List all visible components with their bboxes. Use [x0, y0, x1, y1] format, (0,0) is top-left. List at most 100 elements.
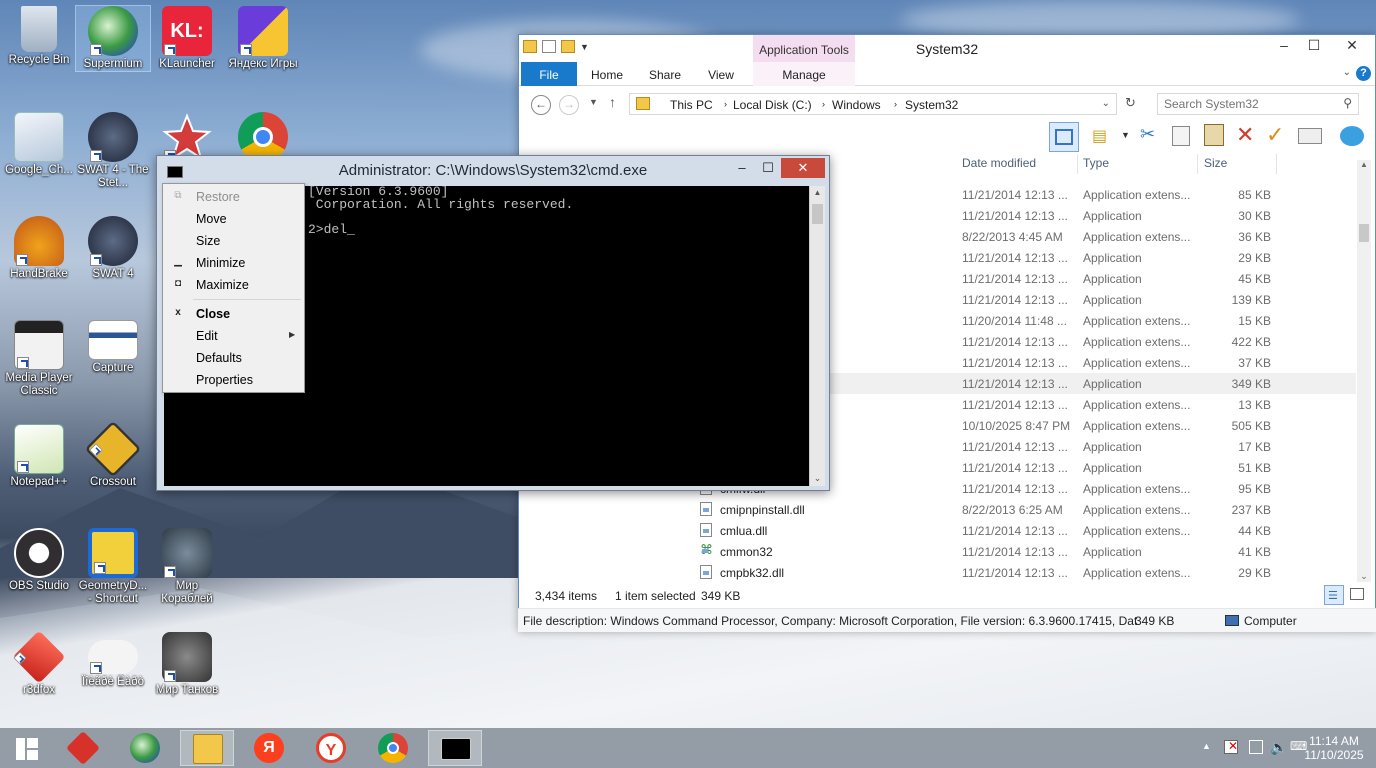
desktop-icon-mir-tankov[interactable]: Мир Танков	[150, 632, 224, 697]
scroll-down-icon[interactable]: ⌄	[1357, 571, 1371, 582]
desktop-icon-yandex-games[interactable]: Яндекс Игры	[226, 6, 300, 71]
file-type: Application	[1083, 461, 1142, 475]
scroll-up-icon[interactable]: ▲	[1357, 160, 1371, 169]
desktop-icon-games[interactable]: Ïîèãðè Êàðò	[76, 632, 150, 689]
menu-item-minimize[interactable]: Minimize	[196, 256, 245, 276]
preview-pane-button[interactable]	[1049, 122, 1079, 152]
close-button[interactable]: ✕	[1329, 35, 1375, 57]
menu-item-close[interactable]: Close	[196, 307, 230, 327]
taskbar-yandex-alt[interactable]: Y	[304, 730, 358, 766]
address-dropdown-icon[interactable]: ⌄	[1102, 98, 1110, 109]
action-center-icon[interactable]: ✕	[1224, 739, 1238, 754]
taskbar-r3dfox[interactable]	[56, 730, 110, 766]
column-header-date[interactable]: Date modified	[962, 156, 1036, 174]
column-header-type[interactable]: Type	[1083, 156, 1109, 174]
desktop-icon-mir-korabley[interactable]: Мир Кораблей	[150, 528, 224, 606]
desktop-icon-r3dfox[interactable]: r3dfox	[2, 630, 76, 697]
file-date: 11/21/2014 12:13 ...	[962, 188, 1068, 202]
open-icon[interactable]	[1340, 126, 1364, 146]
cmd-close-button[interactable]: ✕	[781, 158, 825, 178]
tab-share[interactable]: Share	[643, 62, 687, 86]
file-type: Application extens...	[1083, 503, 1191, 517]
large-icons-view-button[interactable]	[1350, 588, 1364, 600]
menu-item-move[interactable]: Move	[196, 212, 227, 232]
new-folder-icon[interactable]: ▤	[1092, 126, 1107, 146]
search-box[interactable]: ⚲	[1157, 93, 1359, 115]
explorer-titlebar[interactable]: ▼ Application Tools System32 – ☐ ✕	[519, 35, 1375, 62]
geometry-dash-icon	[88, 528, 138, 578]
desktop-icon-klauncher[interactable]: KL: KLauncher	[150, 6, 224, 71]
menu-item-defaults[interactable]: Defaults	[196, 351, 242, 371]
desktop-icon-capture[interactable]: Capture	[76, 320, 150, 375]
taskbar-chrome[interactable]	[366, 730, 420, 766]
start-button[interactable]	[2, 730, 52, 766]
tab-view[interactable]: View	[699, 62, 743, 86]
minimize-button[interactable]: –	[1269, 35, 1299, 57]
column-header-size[interactable]: Size	[1204, 156, 1227, 174]
desktop-icon-swat4-stetchkov[interactable]: SWAT 4 - The Stet...	[76, 112, 150, 190]
column-divider[interactable]	[1276, 154, 1277, 174]
menu-item-properties[interactable]: Properties	[196, 373, 253, 393]
cmd-minimize-button[interactable]: –	[729, 158, 755, 178]
show-hidden-icons[interactable]: ▲	[1202, 741, 1211, 768]
network-icon[interactable]	[1249, 740, 1263, 754]
search-icon[interactable]: ⚲	[1343, 96, 1352, 110]
breadcrumb-chevron-icon[interactable]: ›	[894, 99, 897, 109]
menu-item-size[interactable]: Size	[196, 234, 220, 254]
refresh-icon[interactable]: ↻	[1125, 95, 1136, 111]
dropdown-icon[interactable]: ▼	[1121, 130, 1130, 140]
volume-icon[interactable]: 🔈	[1270, 739, 1287, 768]
desktop-icon-recycle-bin[interactable]: Recycle Bin	[2, 6, 76, 67]
cmd-scrollbar[interactable]: ▲ ⌄	[809, 186, 825, 486]
tab-file[interactable]: File	[521, 62, 577, 86]
tab-home[interactable]: Home	[585, 62, 629, 86]
file-row[interactable]: cmpbk32.dll 11/21/2014 12:13 ... Applicati…	[696, 562, 1356, 583]
file-row[interactable]: cmlua.dll 11/21/2014 12:13 ... Application…	[696, 520, 1356, 541]
cmd-scrollbar-thumb[interactable]	[812, 204, 823, 224]
desktop-icon-swat4[interactable]: SWAT 4	[76, 216, 150, 281]
file-date: 11/20/2014 11:48 ...	[962, 314, 1067, 328]
menu-item-maximize[interactable]: Maximize	[196, 278, 249, 298]
tab-manage[interactable]: Manage	[753, 62, 855, 86]
properties-icon[interactable]	[1298, 128, 1322, 144]
desktop-icon-geometry-dash[interactable]: GeometryD... - Shortcut	[76, 528, 150, 606]
cmd-maximize-button[interactable]: ☐	[755, 158, 781, 178]
shortcut-arrow-icon	[90, 254, 102, 266]
clock[interactable]: 11:14 AM 11/10/2025	[1304, 734, 1364, 768]
expand-ribbon-icon[interactable]: ⌄	[1343, 67, 1351, 78]
taskbar-cmd[interactable]	[428, 730, 482, 766]
details-view-button[interactable]: ☰	[1324, 585, 1344, 605]
menu-item-restore[interactable]: Restore	[196, 190, 240, 210]
rename-icon[interactable]: ✓	[1266, 122, 1284, 148]
desktop-icon-obs[interactable]: OBS Studio	[2, 528, 76, 593]
menu-item-edit[interactable]: Edit	[196, 329, 218, 349]
paste-icon[interactable]	[1204, 124, 1224, 146]
taskbar-supermium[interactable]	[118, 730, 172, 766]
cut-icon[interactable]: ✂	[1140, 124, 1155, 145]
column-divider[interactable]	[1197, 154, 1198, 174]
search-input[interactable]	[1158, 94, 1333, 114]
scroll-down-icon[interactable]: ⌄	[810, 473, 825, 484]
file-row[interactable]: ⌘ cmmon32 11/21/2014 12:13 ... Application 4…	[696, 541, 1356, 562]
desktop-icon-handbrake[interactable]: HandBrake	[2, 216, 76, 281]
taskbar-file-explorer[interactable]	[180, 730, 234, 766]
desktop-icon-supermium[interactable]: Supermium	[75, 5, 151, 72]
scroll-up-icon[interactable]: ▲	[810, 188, 825, 197]
restore-icon: ⧉	[174, 190, 182, 201]
desktop-icon-notepadpp[interactable]: Notepad++	[2, 424, 76, 489]
copy-icon[interactable]	[1172, 126, 1190, 146]
desktop-icon-crossout[interactable]: Crossout	[76, 420, 150, 489]
help-icon[interactable]: ?	[1356, 66, 1371, 81]
breadcrumb-system32[interactable]: System32	[905, 98, 958, 112]
notepadpp-icon	[14, 424, 64, 474]
file-row[interactable]: cmipnpinstall.dll 8/22/2013 6:25 AM Applic…	[696, 499, 1356, 520]
delete-icon[interactable]: ✕	[1236, 122, 1254, 148]
scrollbar-thumb[interactable]	[1359, 224, 1369, 242]
taskbar-yandex-browser[interactable]: Я	[242, 730, 296, 766]
file-date: 11/21/2014 12:13 ...	[962, 356, 1068, 370]
desktop-icon-google-chrome-file[interactable]: Google_Ch...	[2, 112, 76, 177]
desktop-icon-media-player-classic[interactable]: Media Player Classic	[2, 320, 76, 398]
file-list-scrollbar[interactable]: ▲ ⌄	[1357, 160, 1371, 582]
column-divider[interactable]	[1077, 154, 1078, 174]
maximize-button[interactable]: ☐	[1299, 35, 1329, 57]
